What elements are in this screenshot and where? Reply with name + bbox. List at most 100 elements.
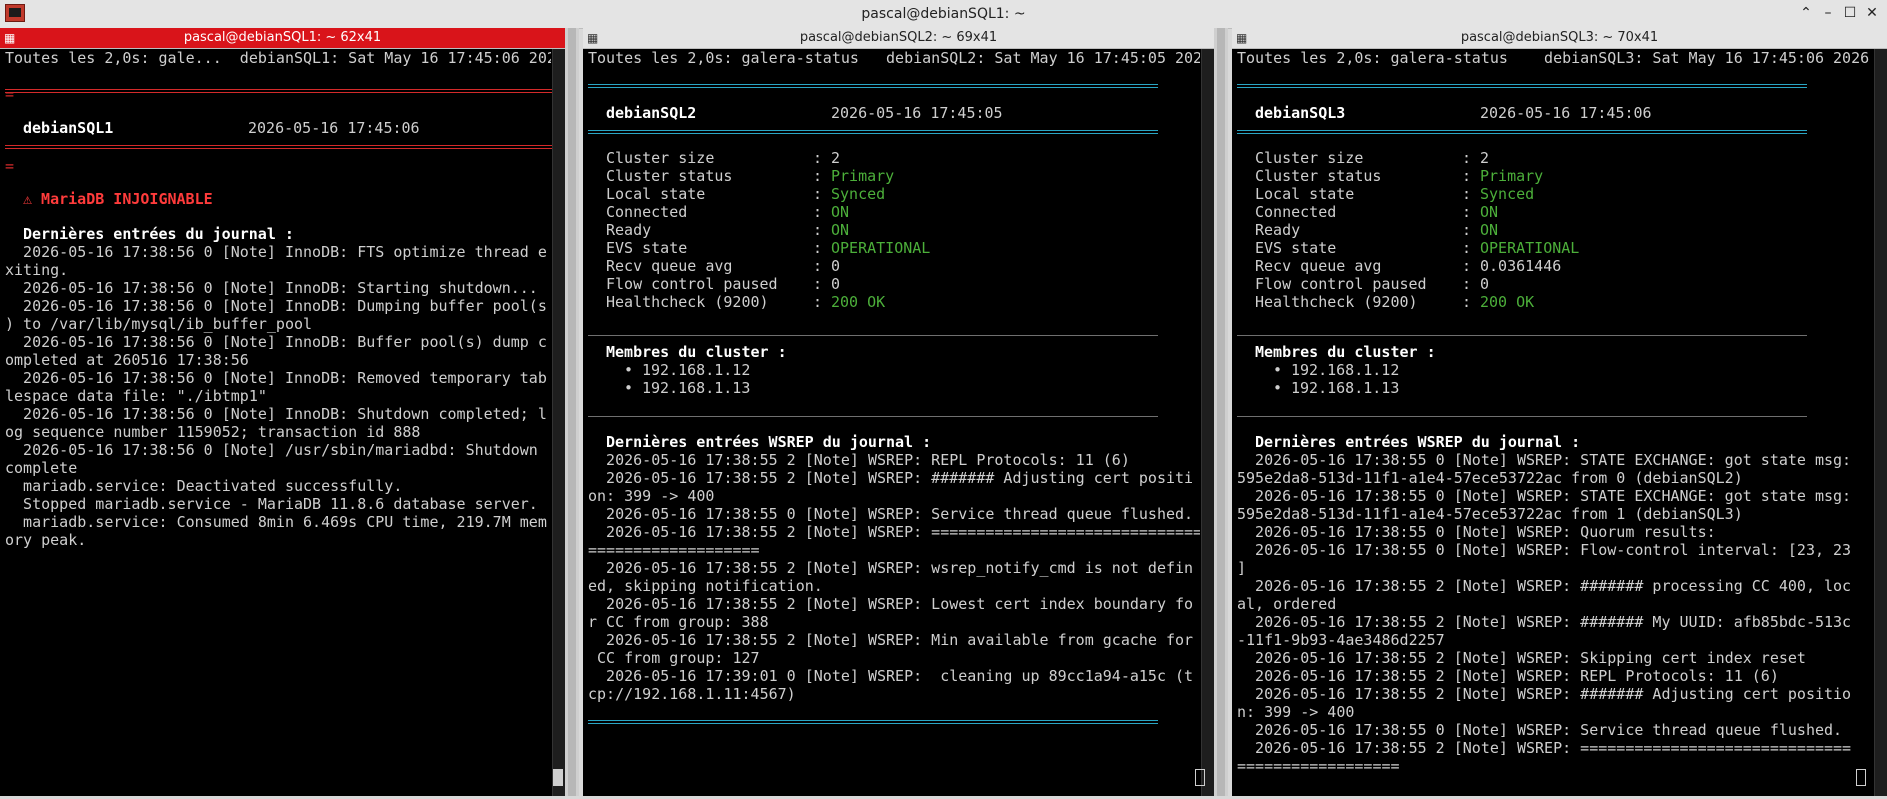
pane-titlebar[interactable]: ▦ pascal@debianSQL2: ~ 69x41 bbox=[583, 28, 1214, 49]
bullet-icon: • bbox=[1273, 361, 1283, 379]
log-line: 2026-05-16 17:38:56 0 [Note] InnoDB: Shu… bbox=[5, 405, 547, 423]
log-line: 2026-05-16 17:38:55 2 [Note] WSREP: ====… bbox=[588, 523, 1200, 541]
maximize-button[interactable]: ☐ bbox=[1841, 4, 1859, 22]
status-label: Connected bbox=[606, 203, 688, 221]
watch-header: Toutes les 2,0s: galera-status debianSQL… bbox=[1237, 49, 1870, 67]
log-line: Stopped mariadb.service - MariaDB 11.8.6… bbox=[5, 495, 538, 513]
log-line: 2026-05-16 17:38:55 2 [Note] WSREP: Skip… bbox=[1237, 649, 1806, 667]
log-line: 595e2da8-513d-11f1-a1e4-57ece53722ac fro… bbox=[1237, 505, 1743, 523]
status-label: Local state bbox=[1255, 185, 1355, 203]
divider bbox=[588, 720, 1158, 724]
status-separator: : bbox=[813, 167, 823, 185]
terminal-output[interactable]: Toutes les 2,0s: galera-status debianSQL… bbox=[588, 49, 1200, 796]
log-line: n: 399 -> 400 bbox=[1237, 703, 1355, 721]
status-separator: : bbox=[1462, 257, 1472, 275]
host-time: 2026-05-16 17:45:06 bbox=[1480, 104, 1652, 122]
status-label: Recv queue avg bbox=[606, 257, 733, 275]
status-label: Flow control paused bbox=[1255, 275, 1427, 293]
status-separator: : bbox=[813, 293, 823, 311]
log-line: mariadb.service: Deactivated successfull… bbox=[5, 477, 403, 495]
status-separator: : bbox=[1462, 221, 1472, 239]
members-title: Membres du cluster : bbox=[606, 343, 787, 361]
status-separator: : bbox=[813, 221, 823, 239]
status-label: Cluster size bbox=[1255, 149, 1364, 167]
status-label: Ready bbox=[606, 221, 652, 239]
status-separator: : bbox=[1462, 167, 1472, 185]
terminal-cursor bbox=[1856, 769, 1866, 786]
pane-titlebar[interactable]: ▦ pascal@debianSQL3: ~ 70x41 bbox=[1232, 28, 1887, 49]
status-separator: : bbox=[813, 185, 823, 203]
divider bbox=[588, 130, 1158, 134]
log-line: 2026-05-16 17:38:56 0 [Note] InnoDB: Dum… bbox=[5, 297, 547, 315]
scrollbar[interactable] bbox=[1201, 49, 1214, 796]
status-separator: : bbox=[813, 203, 823, 221]
watch-header: Toutes les 2,0s: galera-status debianSQL… bbox=[588, 49, 1200, 67]
cluster-member: 192.168.1.12 bbox=[1291, 361, 1400, 379]
status-label: Healthcheck (9200) bbox=[606, 293, 769, 311]
terminal-output[interactable]: Toutes les 2,0s: galera-status debianSQL… bbox=[1237, 49, 1873, 796]
divider bbox=[588, 335, 1158, 336]
log-line: =================== bbox=[588, 541, 760, 559]
status-label: Cluster size bbox=[606, 149, 715, 167]
chevron-up-icon[interactable]: ⌃ bbox=[1797, 4, 1815, 22]
log-line: 2026-05-16 17:38:56 0 [Note] InnoDB: Sta… bbox=[5, 279, 538, 297]
host-name: debianSQL1 bbox=[23, 119, 114, 137]
terminal-output[interactable]: Toutes les 2,0s: gale... debianSQL1: Sat… bbox=[5, 49, 563, 796]
log-line: 2026-05-16 17:38:56 0 [Note] InnoDB: Buf… bbox=[5, 333, 547, 351]
pane-splitter[interactable] bbox=[565, 28, 579, 796]
log-line: 2026-05-16 17:38:55 0 [Note] WSREP: Serv… bbox=[1237, 721, 1843, 739]
status-label: Connected bbox=[1255, 203, 1337, 221]
log-line: og sequence number 1159052; transaction … bbox=[5, 423, 421, 441]
log-line: 2026-05-16 17:38:55 2 [Note] WSREP: ####… bbox=[1237, 577, 1852, 595]
log-line: 2026-05-16 17:38:55 0 [Note] WSREP: STAT… bbox=[1237, 451, 1852, 469]
host-time: 2026-05-16 17:45:06 bbox=[248, 119, 420, 137]
log-line: 2026-05-16 17:38:55 0 [Note] WSREP: Serv… bbox=[588, 505, 1194, 523]
terminal-pane-debiansql3[interactable]: ▦ pascal@debianSQL3: ~ 70x41 Toutes les … bbox=[1232, 28, 1887, 796]
status-value: Synced bbox=[1480, 185, 1535, 203]
status-separator: : bbox=[1462, 275, 1472, 293]
terminal-pane-debiansql2[interactable]: ▦ pascal@debianSQL2: ~ 69x41 Toutes les … bbox=[583, 28, 1214, 796]
divider bbox=[1237, 335, 1807, 336]
log-line: 2026-05-16 17:38:55 0 [Note] WSREP: STAT… bbox=[1237, 487, 1852, 505]
scrollbar[interactable] bbox=[1874, 49, 1887, 796]
log-line: cp://192.168.1.11:4567) bbox=[588, 685, 796, 703]
status-separator: : bbox=[813, 149, 823, 167]
terminal-pane-debiansql1[interactable]: ▦ pascal@debianSQL1: ~ 62x41 Toutes les … bbox=[0, 28, 565, 796]
status-value: OPERATIONAL bbox=[831, 239, 931, 257]
status-value: ON bbox=[831, 221, 850, 239]
status-value: 200 OK bbox=[831, 293, 886, 311]
minimize-button[interactable]: – bbox=[1819, 4, 1837, 22]
log-line: 2026-05-16 17:39:01 0 [Note] WSREP: clea… bbox=[588, 667, 1194, 685]
host-name: debianSQL2 bbox=[606, 104, 697, 122]
status-separator: : bbox=[1462, 239, 1472, 257]
pane-splitter[interactable] bbox=[1214, 28, 1228, 796]
stray-char: = bbox=[5, 85, 15, 103]
status-value: 0 bbox=[1480, 275, 1490, 293]
status-separator: : bbox=[813, 239, 823, 257]
status-value: ON bbox=[831, 203, 850, 221]
close-button[interactable]: ✕ bbox=[1863, 4, 1881, 22]
status-value: 0 bbox=[831, 257, 841, 275]
pane-title: pascal@debianSQL3: ~ 70x41 bbox=[1460, 30, 1659, 45]
status-value: OPERATIONAL bbox=[1480, 239, 1580, 257]
log-line: al, ordered bbox=[1237, 595, 1337, 613]
status-separator: : bbox=[1462, 203, 1472, 221]
scrollbar[interactable] bbox=[552, 49, 565, 796]
log-line: ompleted at 260516 17:38:56 bbox=[5, 351, 249, 369]
log-line: 2026-05-16 17:38:56 0 [Note] InnoDB: Rem… bbox=[5, 369, 547, 387]
bullet-icon: • bbox=[1273, 379, 1283, 397]
log-line: 2026-05-16 17:38:55 2 [Note] WSREP: Min … bbox=[588, 631, 1194, 649]
status-value: Primary bbox=[1480, 167, 1544, 185]
log-line: 2026-05-16 17:38:55 2 [Note] WSREP: wsre… bbox=[588, 559, 1194, 577]
bullet-icon: • bbox=[624, 379, 634, 397]
status-separator: : bbox=[1462, 185, 1472, 203]
cluster-member: 192.168.1.13 bbox=[642, 379, 751, 397]
log-line: 2026-05-16 17:38:56 0 [Note] InnoDB: FTS… bbox=[5, 243, 547, 261]
log-line: 2026-05-16 17:38:55 2 [Note] WSREP: ====… bbox=[1237, 739, 1852, 757]
log-line: ed, skipping notification. bbox=[588, 577, 823, 595]
divider bbox=[1237, 84, 1807, 88]
status-label: Recv queue avg bbox=[1255, 257, 1382, 275]
pane-titlebar[interactable]: ▦ pascal@debianSQL1: ~ 62x41 bbox=[0, 28, 565, 49]
log-title: Dernières entrées WSREP du journal : bbox=[606, 433, 932, 451]
status-label: Ready bbox=[1255, 221, 1301, 239]
